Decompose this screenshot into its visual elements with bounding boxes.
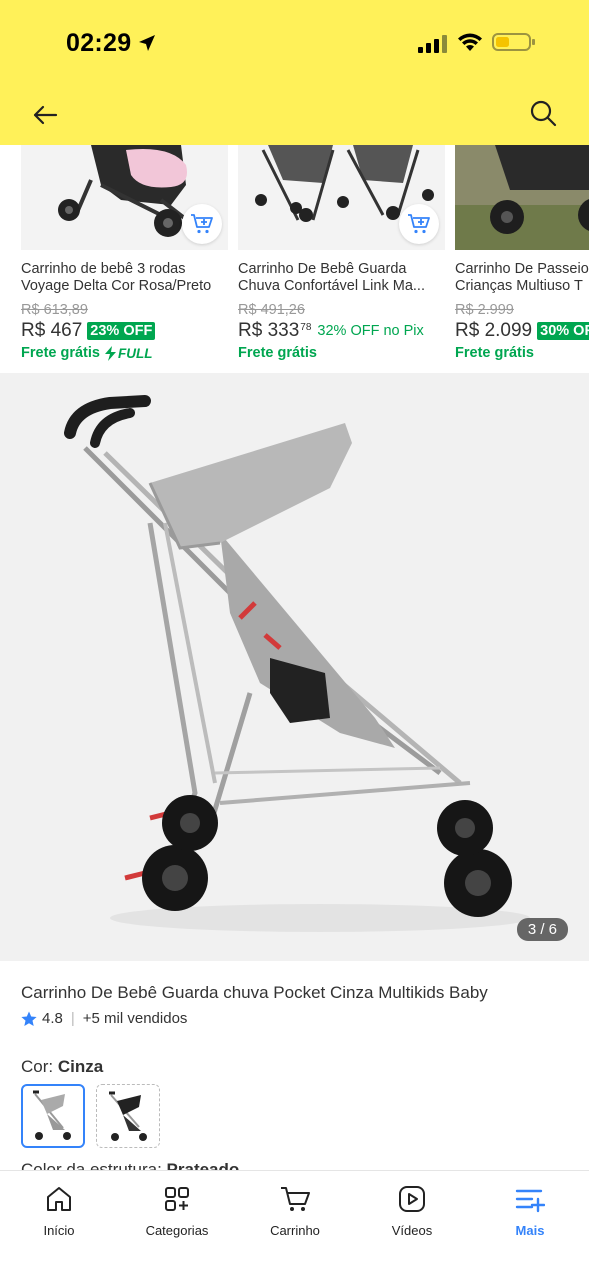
old-price: R$ 613,89 [21, 302, 88, 318]
nav-carrinho[interactable]: Carrinho [236, 1183, 354, 1238]
product-title: Carrinho De Bebê Guarda Chuva Confortáve… [238, 261, 425, 294]
back-button[interactable] [28, 98, 62, 132]
add-to-cart-button[interactable] [182, 204, 222, 244]
product-title: Carrinho De Bebê Guarda chuva Pocket Cin… [21, 983, 488, 1002]
home-icon [47, 1187, 71, 1211]
battery-icon [492, 33, 535, 51]
video-icon [399, 1186, 425, 1212]
separator: | [70, 1010, 75, 1027]
old-price: R$ 491,26 [238, 302, 305, 318]
arrow-left-icon [33, 105, 58, 125]
cart-icon [281, 1187, 310, 1211]
categories-icon [165, 1187, 189, 1211]
menu-plus-icon [515, 1189, 545, 1213]
selected-color: Cinza [57, 1057, 104, 1076]
color-label: Cor: Cinza [21, 1057, 104, 1076]
nav-categorias[interactable]: Categorias [118, 1183, 236, 1238]
status-time: 02:29 [66, 29, 132, 57]
price: R$ 467 [21, 320, 83, 341]
lightning-icon [104, 345, 116, 361]
shipping-row: Frete grátis [238, 345, 317, 361]
price-row: R$ 2.099 30% OFF [455, 320, 589, 342]
nav-mais[interactable]: Mais [471, 1183, 589, 1238]
wifi-icon [458, 33, 482, 51]
cart-plus-icon [408, 214, 430, 234]
image-counter: 3 / 6 [516, 918, 568, 941]
product-title: Carrinho de bebê 3 rodas Voyage Delta Co… [21, 261, 212, 294]
star-icon [21, 1011, 37, 1026]
price-row: R$ 333 78 32% OFF no Pix [238, 320, 424, 342]
search-icon [530, 100, 557, 127]
cart-plus-icon [191, 214, 213, 234]
rating-value: 4.8 [42, 1010, 63, 1027]
full-badge: FULL [104, 345, 152, 361]
nav-videos[interactable]: Vídeos [353, 1183, 471, 1238]
discount-badge: 23% OFF [87, 322, 156, 340]
free-shipping-label: Frete grátis [21, 345, 100, 361]
product-card[interactable]: Carrinho de bebê 3 rodas Voyage Delta Co… [21, 145, 228, 373]
search-button[interactable] [526, 96, 560, 130]
free-shipping-label: Frete grátis [455, 345, 534, 361]
color-swatch-preto[interactable] [96, 1084, 160, 1148]
nav-inicio[interactable]: Início [0, 1183, 118, 1238]
product-image [238, 145, 445, 250]
bottom-navigation: Início Categorias Carrinho Vídeos Mais [0, 1170, 589, 1280]
location-arrow-icon [139, 35, 155, 51]
free-shipping-label: Frete grátis [238, 345, 317, 361]
price: R$ 333 [238, 320, 300, 341]
product-card[interactable]: Carrinho De Passeio Crianças Multiuso T … [455, 145, 589, 373]
product-card[interactable]: Carrinho De Bebê Guarda Chuva Confortáve… [238, 145, 445, 373]
color-swatch-cinza[interactable] [21, 1084, 85, 1148]
old-price: R$ 2.999 [455, 302, 514, 318]
product-image [455, 145, 589, 250]
discount-badge: 30% OFF [537, 322, 589, 340]
shipping-row: Frete grátis FULL [21, 345, 152, 361]
product-photo [0, 373, 589, 961]
price-cents: 78 [300, 322, 312, 333]
price: R$ 2.099 [455, 320, 533, 341]
rating-row[interactable]: 4.8 | +5 mil vendidos [21, 1010, 187, 1027]
shipping-row: Frete grátis [455, 345, 534, 361]
recommendations-carousel[interactable]: Carrinho de bebê 3 rodas Voyage Delta Co… [0, 145, 589, 373]
discount-text: 32% OFF no Pix [317, 323, 424, 339]
product-gallery[interactable]: 3 / 6 [0, 373, 589, 961]
sold-count: +5 mil vendidos [82, 1010, 188, 1027]
add-to-cart-button[interactable] [399, 204, 439, 244]
signal-icon [418, 35, 447, 53]
product-title: Carrinho De Passeio Crianças Multiuso T [455, 261, 589, 294]
product-image [21, 145, 228, 250]
app-header: 02:29 [0, 0, 589, 145]
price-row: R$ 467 23% OFF [21, 320, 156, 342]
